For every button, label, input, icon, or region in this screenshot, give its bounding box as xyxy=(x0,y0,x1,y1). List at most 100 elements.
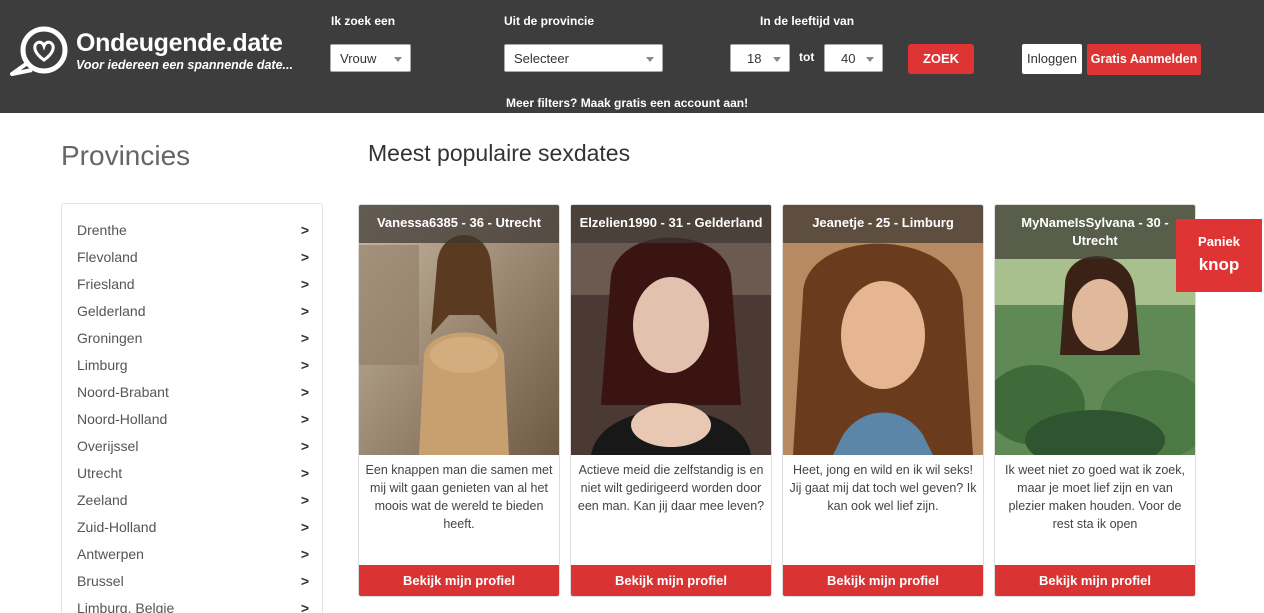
province-item[interactable]: Brussel > xyxy=(77,568,309,595)
province-item-label: Limburg, Belgie xyxy=(77,600,175,613)
header-bar: Ondeugende.date Voor iedereen een spanne… xyxy=(0,0,1264,113)
chevron-right-icon: > xyxy=(300,465,309,481)
province-item-label: Noord-Holland xyxy=(77,411,168,427)
province-item[interactable]: Flevoland > xyxy=(77,244,309,271)
province-item-label: Limburg xyxy=(77,357,128,373)
logo-tagline: Voor iedereen een spannende date... xyxy=(76,58,293,72)
profile-caption: MyNameIsSylvana - 30 - Utrecht xyxy=(995,205,1195,259)
province-item[interactable]: Noord-Brabant > xyxy=(77,379,309,406)
profile-card[interactable]: Elzelien1990 - 31 - Gelderland Actieve m… xyxy=(570,204,772,597)
caret-down-icon xyxy=(646,57,654,62)
chevron-right-icon: > xyxy=(300,411,309,427)
province-item[interactable]: Noord-Holland > xyxy=(77,406,309,433)
province-item-label: Zuid-Holland xyxy=(77,519,157,535)
profile-card[interactable]: Vanessa6385 - 36 - Utrecht Een knappen m… xyxy=(358,204,560,597)
page: Ondeugende.date Voor iedereen een spanne… xyxy=(0,0,1264,613)
province-item[interactable]: Gelderland > xyxy=(77,298,309,325)
sidebar-title: Provincies xyxy=(61,140,191,171)
panic-button-line1: Paniek xyxy=(1198,234,1240,249)
province-item-label: Groningen xyxy=(77,330,143,346)
view-profile-button[interactable]: Bekijk mijn profiel xyxy=(995,565,1195,596)
age-label: In de leeftijd van xyxy=(760,14,855,28)
seeking-select[interactable]: Vrouw xyxy=(330,44,411,72)
province-item[interactable]: Antwerpen > xyxy=(77,541,309,568)
search-button[interactable]: ZOEK xyxy=(908,44,974,74)
profile-card[interactable]: MyNameIsSylvana - 30 - Utrecht Ik weet n… xyxy=(994,204,1196,597)
province-item-label: Drenthe xyxy=(77,222,127,238)
profile-description: Actieve meid die zelfstandig is en niet … xyxy=(577,463,765,513)
province-item[interactable]: Friesland > xyxy=(77,271,309,298)
view-profile-button[interactable]: Bekijk mijn profiel xyxy=(359,565,559,596)
logo-title: Ondeugende.date xyxy=(76,29,283,57)
signup-button[interactable]: Gratis Aanmelden xyxy=(1087,44,1201,75)
province-item-label: Flevoland xyxy=(77,249,138,265)
chevron-right-icon: > xyxy=(300,384,309,400)
chevron-right-icon: > xyxy=(300,573,309,589)
province-item[interactable]: Overijssel > xyxy=(77,433,309,460)
age-max-select[interactable]: 40 xyxy=(824,44,883,72)
chevron-right-icon: > xyxy=(300,357,309,373)
chevron-right-icon: > xyxy=(300,222,309,238)
province-list: Drenthe > Flevoland > Friesland > Gelderlan… xyxy=(61,203,323,613)
chevron-right-icon: > xyxy=(300,303,309,319)
caret-down-icon xyxy=(866,57,874,62)
province-item-label: Brussel xyxy=(77,573,124,589)
more-filters-prefix: Meer filters? Maak xyxy=(506,96,615,110)
profile-photo[interactable]: Elzelien1990 - 31 - Gelderland xyxy=(571,205,771,455)
profile-caption: Elzelien1990 - 31 - Gelderland xyxy=(571,205,771,243)
province-item-label: Utrecht xyxy=(77,465,123,481)
profile-description: Een knappen man die samen met mij wilt g… xyxy=(365,463,553,531)
more-filters-suffix: een account aan! xyxy=(646,96,749,110)
province-item[interactable]: Limburg, Belgie > xyxy=(77,595,309,613)
age-min-value: 18 xyxy=(747,51,762,66)
seeking-select-value: Vrouw xyxy=(340,51,377,66)
login-button[interactable]: Inloggen xyxy=(1022,44,1082,74)
chevron-right-icon: > xyxy=(300,600,309,613)
chevron-right-icon: > xyxy=(300,546,309,562)
chevron-right-icon: > xyxy=(300,438,309,454)
more-filters-bold: gratis xyxy=(614,96,647,110)
chevron-right-icon: > xyxy=(300,330,309,346)
site-logo[interactable]: Ondeugende.date Voor iedereen een spanne… xyxy=(10,26,320,80)
profile-caption: Vanessa6385 - 36 - Utrecht xyxy=(359,205,559,243)
age-max-value: 40 xyxy=(841,51,856,66)
province-item-label: Antwerpen xyxy=(77,546,144,562)
profile-description: Heet, jong en wild en ik wil seks! Jij g… xyxy=(789,463,977,513)
seeking-label: Ik zoek een xyxy=(331,14,396,28)
chevron-right-icon: > xyxy=(300,276,309,292)
province-item[interactable]: Zuid-Holland > xyxy=(77,514,309,541)
profile-photo[interactable]: Jeanetje - 25 - Limburg xyxy=(783,205,983,455)
panic-button[interactable]: Paniek knop xyxy=(1176,219,1262,292)
chevron-right-icon: > xyxy=(300,492,309,508)
profile-photo[interactable]: Vanessa6385 - 36 - Utrecht xyxy=(359,205,559,455)
province-item[interactable]: Utrecht > xyxy=(77,460,309,487)
age-to-label: tot xyxy=(799,50,815,64)
profile-photo[interactable]: MyNameIsSylvana - 30 - Utrecht xyxy=(995,205,1195,455)
province-item[interactable]: Limburg > xyxy=(77,352,309,379)
chevron-right-icon: > xyxy=(300,249,309,265)
view-profile-button[interactable]: Bekijk mijn profiel xyxy=(783,565,983,596)
province-label: Uit de provincie xyxy=(504,14,595,28)
heart-speech-bubble-icon xyxy=(10,26,68,76)
province-item[interactable]: Groningen > xyxy=(77,325,309,352)
province-item-label: Friesland xyxy=(77,276,135,292)
page-title: Meest populaire sexdates xyxy=(368,140,631,166)
province-item[interactable]: Zeeland > xyxy=(77,487,309,514)
province-item-label: Noord-Brabant xyxy=(77,384,169,400)
age-min-select[interactable]: 18 xyxy=(730,44,790,72)
profile-caption: Jeanetje - 25 - Limburg xyxy=(783,205,983,243)
caret-down-icon xyxy=(394,57,402,62)
caret-down-icon xyxy=(773,57,781,62)
chevron-right-icon: > xyxy=(300,519,309,535)
view-profile-button[interactable]: Bekijk mijn profiel xyxy=(571,565,771,596)
province-item[interactable]: Drenthe > xyxy=(77,217,309,244)
panic-button-line2: knop xyxy=(1198,255,1240,274)
province-item-label: Gelderland xyxy=(77,303,146,319)
more-filters-link[interactable]: Meer filters? Maak gratis een account aa… xyxy=(506,96,748,110)
province-select-value: Selecteer xyxy=(514,51,569,66)
province-item-label: Zeeland xyxy=(77,492,128,508)
profile-description: Ik weet niet zo goed wat ik zoek, maar j… xyxy=(1005,463,1185,531)
profile-card[interactable]: Jeanetje - 25 - Limburg Heet, jong en wi… xyxy=(782,204,984,597)
province-item-label: Overijssel xyxy=(77,438,139,454)
province-select[interactable]: Selecteer xyxy=(504,44,663,72)
